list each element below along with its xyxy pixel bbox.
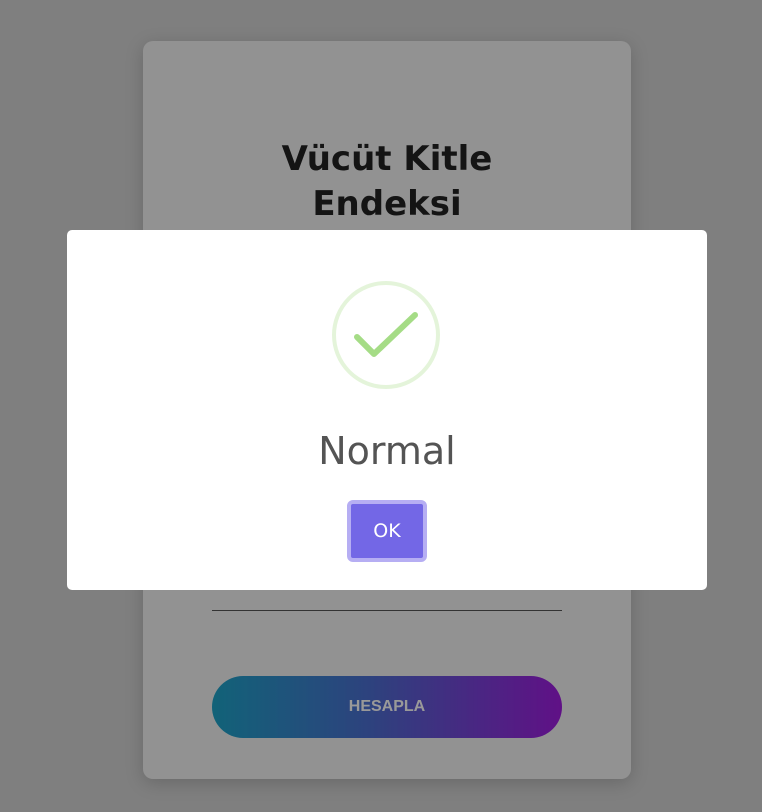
- success-ring: [332, 281, 440, 389]
- ok-button[interactable]: OK: [347, 500, 427, 562]
- alert-title: Normal: [318, 429, 456, 473]
- result-alert-dialog: Normal OK: [67, 230, 707, 590]
- check-icon: [332, 281, 440, 389]
- check-mark: [354, 312, 418, 357]
